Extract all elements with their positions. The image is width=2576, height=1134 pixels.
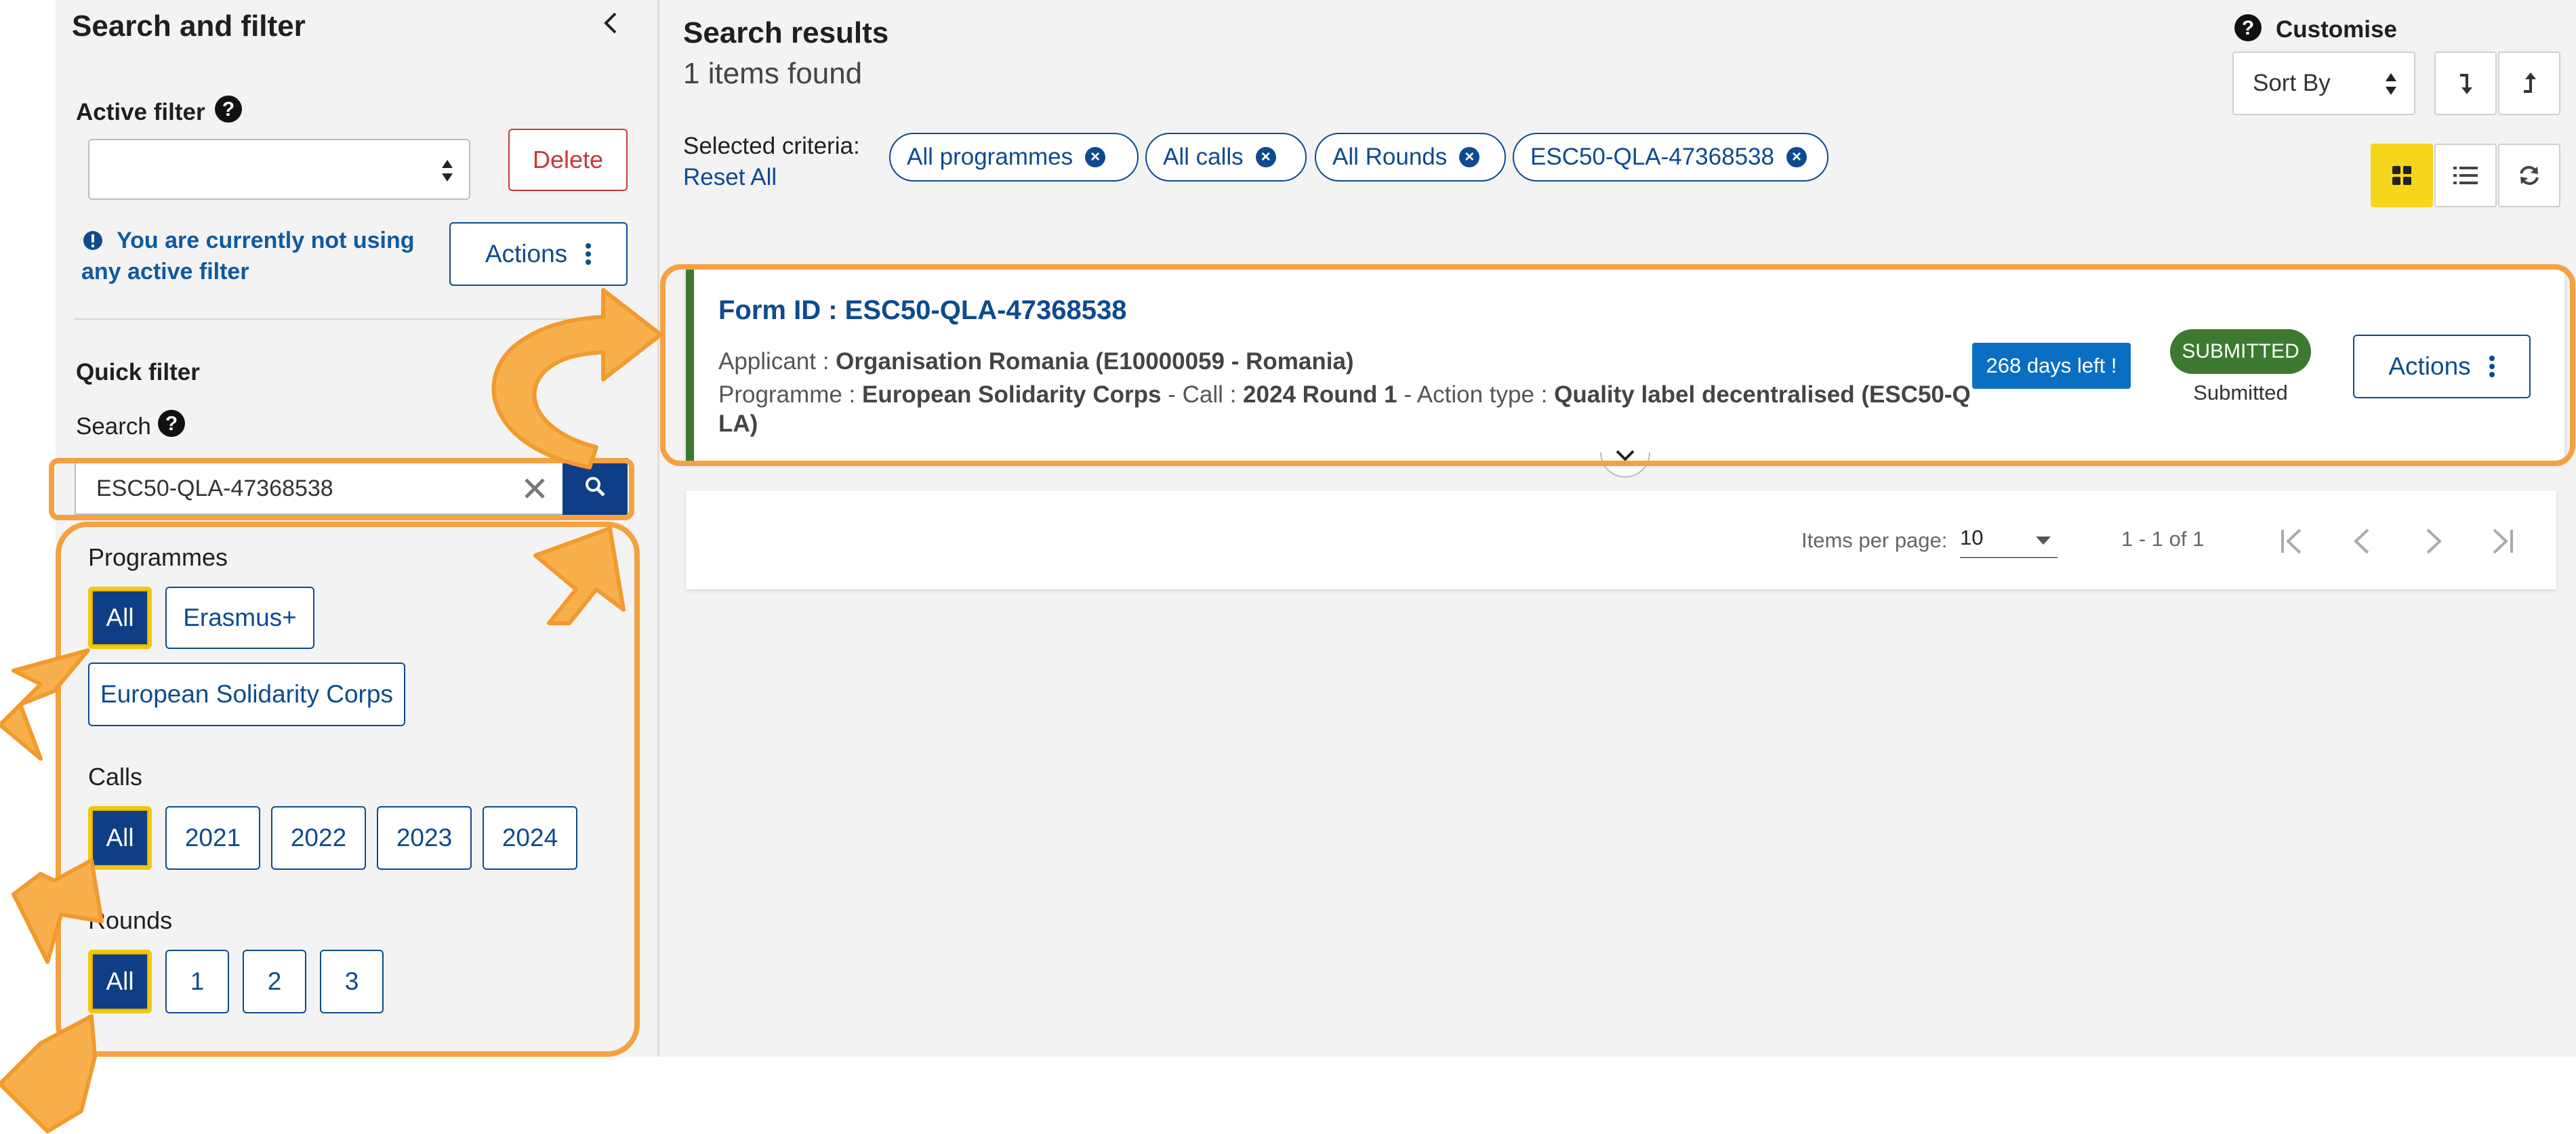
annotation-arrow-icon bbox=[491, 288, 663, 469]
annotation-arrow-icon bbox=[533, 526, 626, 625]
annotation-arrow-icon bbox=[12, 858, 104, 964]
annotation-arrows bbox=[0, 288, 663, 1133]
annotation-arrow-icon bbox=[0, 648, 90, 761]
annotation-arrow-icon bbox=[0, 1014, 97, 1133]
